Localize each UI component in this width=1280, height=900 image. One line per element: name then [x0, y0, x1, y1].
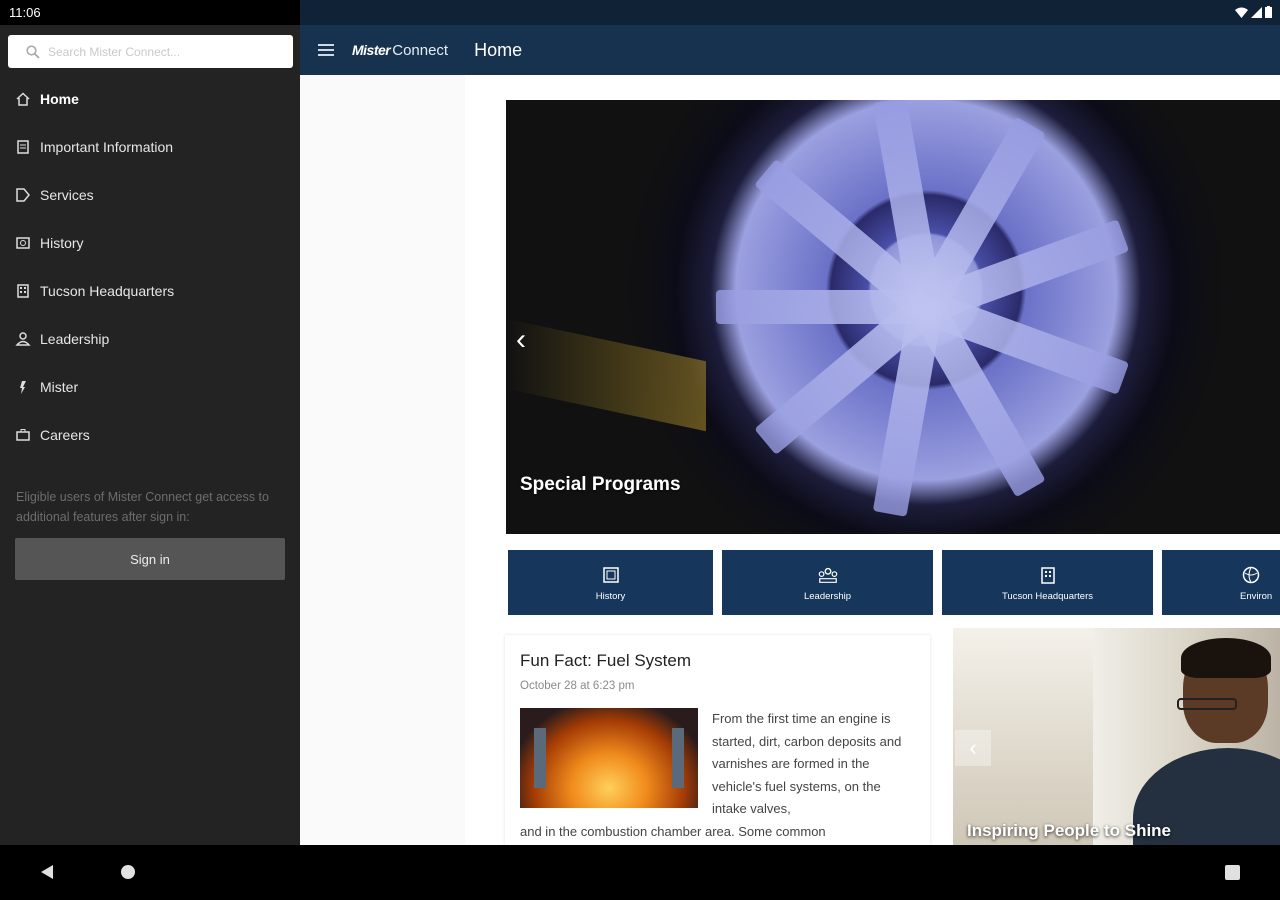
page-title: Home	[474, 39, 523, 60]
navigation-drawer: Home Important Information Services Hist…	[0, 25, 300, 845]
nav-item-label: Tucson Headquarters	[40, 283, 175, 299]
search-box[interactable]	[8, 35, 293, 68]
promo-person-image	[1113, 638, 1280, 845]
status-icons	[1235, 6, 1272, 18]
drawer-nav: Home Important Information Services Hist…	[0, 75, 300, 459]
nav-item-label: Services	[40, 187, 94, 203]
tile-environment[interactable]: Environ	[1162, 550, 1280, 615]
tile-label: Environ	[1240, 590, 1273, 602]
history-icon	[600, 564, 622, 586]
status-bar-left: 11:06	[0, 0, 300, 25]
promo-carousel[interactable]: ‹ Inspiring People to Shine	[953, 628, 1280, 845]
nav-item-label: Careers	[40, 427, 90, 443]
status-bar-right	[300, 0, 1280, 25]
brand-primary: Mister	[352, 41, 391, 58]
app-bar: Mister Connect Home	[300, 25, 1280, 75]
hero-carousel[interactable]: ‹ Special Programs	[506, 100, 1280, 534]
nav-item-label: Leadership	[40, 331, 110, 347]
recents-icon[interactable]	[1225, 865, 1240, 880]
nav-item-careers[interactable]: Careers	[0, 411, 300, 459]
menu-icon[interactable]	[318, 41, 334, 59]
tile-label: History	[595, 590, 626, 602]
article-body: From the first time an engine is started…	[520, 708, 915, 843]
quick-links: History Leadership Tucson Headquarters E…	[508, 550, 1280, 615]
nav-item-label: Important Information	[40, 139, 174, 155]
hero-title: Special Programs	[520, 474, 681, 495]
nav-item-home[interactable]: Home	[0, 75, 300, 123]
promo-prev-icon[interactable]: ‹	[955, 730, 991, 766]
nav-item-history[interactable]: History	[0, 219, 300, 267]
promo-title: Inspiring People to Shine	[967, 821, 1172, 840]
globe-icon	[1240, 564, 1262, 586]
brand-secondary: Connect	[392, 41, 449, 59]
tile-leadership[interactable]: Leadership	[722, 550, 933, 615]
history-icon	[14, 234, 32, 252]
building-icon	[1037, 564, 1059, 586]
wifi-icon	[1235, 7, 1248, 18]
tile-tucson-headquarters[interactable]: Tucson Headquarters	[942, 550, 1153, 615]
search-input[interactable]	[48, 44, 268, 59]
article-image	[520, 708, 698, 808]
brand-logo: Mister Connect	[352, 42, 448, 59]
sign-in-button[interactable]: Sign in	[15, 538, 285, 580]
careers-icon	[14, 426, 32, 444]
person-icon	[14, 330, 32, 348]
nav-item-tucson-headquarters[interactable]: Tucson Headquarters	[0, 267, 300, 315]
nav-item-important-information[interactable]: Important Information	[0, 123, 300, 171]
nav-item-leadership[interactable]: Leadership	[0, 315, 300, 363]
building-icon	[14, 282, 32, 300]
nav-item-label: History	[40, 235, 84, 251]
hero-image-highlight	[506, 318, 706, 432]
nav-item-services[interactable]: Services	[0, 171, 300, 219]
content-gutter	[300, 75, 465, 845]
system-nav-bar	[0, 845, 1280, 900]
carousel-prev-icon[interactable]: ‹	[516, 325, 526, 355]
nav-item-mister[interactable]: Mister	[0, 363, 300, 411]
tile-label: Tucson Headquarters	[1001, 590, 1093, 602]
mister-icon	[14, 378, 32, 396]
home-button-icon[interactable]	[121, 865, 135, 879]
nav-item-label: Mister	[40, 379, 79, 395]
leadership-icon	[817, 564, 839, 586]
document-icon	[14, 138, 32, 156]
tag-icon	[14, 186, 32, 204]
article-title: Fun Fact: Fuel System	[520, 651, 691, 670]
status-time: 11:06	[9, 5, 41, 20]
search-icon	[26, 44, 40, 59]
back-icon[interactable]	[40, 864, 54, 880]
article-text: From the first time an engine is started…	[712, 711, 902, 816]
tile-label: Leadership	[803, 590, 851, 602]
app-screen: 11:06 Home Important Information Serv	[0, 0, 1280, 900]
signin-note: Eligible users of Mister Connect get acc…	[16, 490, 269, 524]
battery-icon	[1265, 6, 1272, 18]
main-content: ‹ Special Programs History Leadership Tu…	[300, 75, 1280, 845]
nav-item-label: Home	[40, 91, 79, 107]
signal-icon	[1251, 6, 1262, 18]
home-icon	[14, 90, 32, 108]
article-date: October 28 at 6:23 pm	[520, 680, 635, 692]
tile-history[interactable]: History	[508, 550, 713, 615]
article-text-continued: and in the combustion chamber area. Some…	[520, 823, 826, 839]
article-card[interactable]: Fun Fact: Fuel System October 28 at 6:23…	[505, 635, 930, 845]
